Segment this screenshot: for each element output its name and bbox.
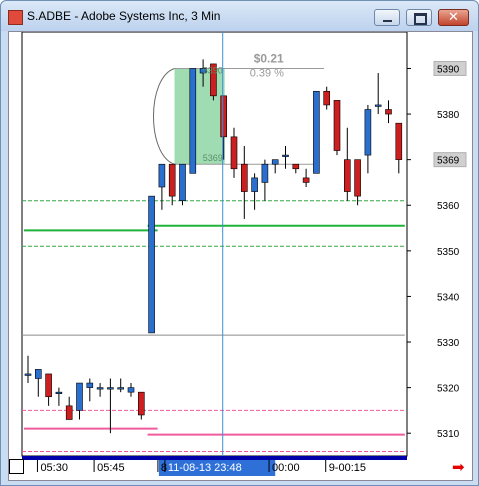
candle-body (374, 104, 382, 107)
candle-body (107, 387, 114, 390)
app-icon (8, 10, 23, 25)
candle-body (323, 90, 331, 106)
candle-body (179, 163, 186, 201)
window-title: S.ADBE - Adobe Systems Inc, 3 Min (27, 9, 221, 23)
maximize-button[interactable] (406, 9, 432, 26)
price-label: 5310 (437, 429, 460, 440)
candle-body (282, 154, 289, 157)
time-label: 00:00 (272, 462, 300, 474)
time-label: 11-08-13 23:48 (168, 462, 242, 474)
measure-percent: 0.39 % (250, 67, 284, 79)
candle-body (364, 109, 372, 156)
price-label: 5369 (437, 156, 460, 167)
minimize-icon (383, 20, 392, 22)
candle-body (138, 391, 145, 416)
minimize-button[interactable] (374, 9, 400, 26)
price-label: 5360 (437, 201, 460, 212)
candle-body (385, 109, 392, 115)
candle-body (395, 122, 403, 160)
maximize-icon (414, 13, 427, 25)
candle-body (24, 373, 32, 376)
price-label: 5320 (437, 384, 460, 395)
time-axis-bar (22, 456, 407, 460)
candle-body (230, 136, 238, 170)
candle-body (292, 163, 300, 170)
candle-body (55, 391, 63, 394)
time-label: 9-00:15 (329, 462, 366, 474)
close-button[interactable]: ✕ (438, 9, 469, 26)
price-label: 5330 (437, 338, 460, 349)
time-label: 8 (161, 462, 167, 474)
chart-area[interactable]: $0.21 0.39 % 5390 5369 5390 5380 5369 5360 5350 5… (8, 31, 473, 481)
candle-body (158, 163, 166, 188)
time-label: 05:30 (40, 462, 68, 474)
candle-body (96, 387, 104, 390)
candle-body (302, 177, 310, 183)
candle-body (117, 387, 124, 390)
candle-body (86, 382, 94, 388)
candle-body (127, 387, 135, 393)
measure-change: $0.21 (254, 51, 284, 65)
corner-box (9, 459, 24, 474)
price-chart[interactable]: $0.21 0.39 % 5390 5369 5390 5380 5369 5360 5350 5… (9, 32, 472, 480)
candle-body (65, 405, 73, 420)
measure-high-label: 5390 (203, 65, 223, 75)
price-label: 5390 (437, 64, 460, 75)
candle-body (45, 373, 52, 398)
candle-body (313, 90, 320, 174)
price-label: 5340 (437, 292, 460, 303)
candle-body (271, 159, 279, 165)
price-label: 5350 (437, 247, 460, 258)
candle-body (333, 100, 341, 151)
candle-body (251, 177, 258, 192)
candle-body (34, 369, 42, 379)
candle-body (168, 163, 176, 197)
candle-body (261, 163, 269, 183)
candle-body (354, 159, 361, 197)
time-label: 05:45 (97, 462, 125, 474)
candle-body (76, 382, 83, 411)
measure-low-label: 5369 (203, 153, 223, 163)
candle-body (148, 195, 155, 334)
candle-body (241, 163, 248, 192)
title-bar[interactable]: S.ADBE - Adobe Systems Inc, 3 Min ✕ (1, 1, 478, 31)
chart-window: S.ADBE - Adobe Systems Inc, 3 Min ✕ $0.2… (0, 0, 479, 486)
close-icon: ✕ (448, 10, 459, 25)
candle-body (189, 68, 197, 174)
price-label: 5380 (437, 110, 460, 121)
candle-body (220, 95, 227, 138)
candle-body (343, 159, 351, 192)
measure-highlight (174, 68, 225, 165)
scroll-right-arrow-icon[interactable]: ➡ (452, 460, 465, 475)
